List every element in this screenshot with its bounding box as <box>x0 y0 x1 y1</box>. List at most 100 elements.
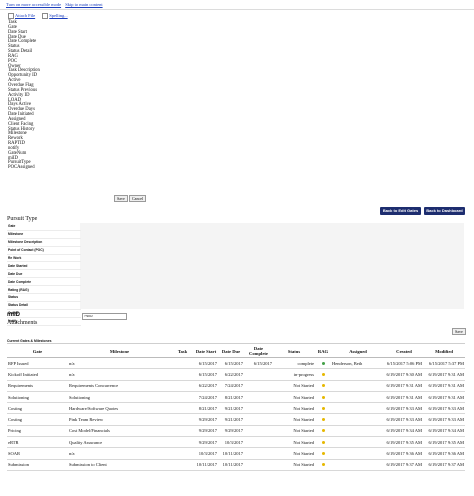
table-cell: Pricing <box>7 425 68 438</box>
table-row[interactable]: RFP Issued n/a 6/15/2017 6/15/2017 6/15/2017… <box>7 357 465 370</box>
table-cell: Kickoff Initiated <box>7 368 68 381</box>
table-cell <box>244 391 273 404</box>
table-row[interactable]: Costing Hardware/Software Quotes 8/21/2017… <box>7 402 465 415</box>
table-cell: SOAR <box>7 447 68 460</box>
table-cell: RFP Issued <box>7 357 68 370</box>
form-field-row: Gate <box>7 223 81 231</box>
attach-file-link[interactable]: Attach File <box>15 13 35 18</box>
form-input-area[interactable] <box>80 223 464 309</box>
rag-status-dot <box>321 429 325 433</box>
table-cell: 9/29/2017 <box>194 436 218 449</box>
table-cell: 10/3/2017 <box>194 447 218 460</box>
column-header[interactable]: Modified <box>423 345 465 358</box>
table-cell <box>171 357 194 370</box>
table-row[interactable]: Submission Submission to Client 10/11/2017… <box>7 459 465 471</box>
table-cell: 6/19/2017 9:35 AM <box>423 436 465 449</box>
table-row[interactable]: Kickoff Initiated n/a 6/15/2017 6/22/2017 in… <box>7 368 465 381</box>
column-header[interactable]: Assigned <box>331 345 385 358</box>
rag-status-dot <box>321 384 325 388</box>
column-header[interactable]: Task <box>171 345 194 358</box>
table-cell <box>331 425 385 438</box>
field-list-item: POCAssigned <box>8 165 35 171</box>
table-cell: 6/19/2017 9:33 AM <box>423 413 465 426</box>
column-header[interactable]: Date Complete <box>244 345 273 358</box>
table-cell <box>244 459 273 471</box>
table-cell <box>331 391 385 404</box>
table-cell: 10/11/2017 <box>218 459 244 471</box>
table-row[interactable]: eRTR Quality Assurance 9/29/2017 10/3/2017 N… <box>7 436 465 449</box>
table-row[interactable]: SOAR n/a 10/3/2017 10/11/2017 Not Started 6/1… <box>7 447 465 460</box>
skip-to-content-link[interactable]: Skip to main content <box>65 2 102 7</box>
cancel-button[interactable]: Cancel <box>129 195 147 202</box>
save-button-2[interactable]: Save <box>452 328 466 335</box>
form-field-label: Status Detail <box>7 301 81 310</box>
column-header[interactable]: Status <box>273 345 315 358</box>
table-cell: 6/19/2017 9:31 AM <box>423 368 465 381</box>
table-row[interactable]: Solutioning Solutioning 7/24/2017 8/21/2017… <box>7 391 465 404</box>
table-cell: 7/24/2017 <box>194 391 218 404</box>
table-cell: 10/3/2017 <box>218 436 244 449</box>
back-to-edit-gates-button[interactable]: Back to Edit Gates <box>380 207 421 215</box>
table-cell: Not Started <box>273 425 315 438</box>
table-cell: n/a <box>68 357 171 370</box>
form-actions: Attach File Spelling... <box>8 13 74 19</box>
table-cell: 6/19/2017 9:31 AM <box>385 380 423 392</box>
miid-label: miID <box>7 312 21 318</box>
table-cell: Requirements Concurrence <box>68 380 171 392</box>
column-header[interactable]: Gate <box>7 345 68 358</box>
table-cell: Not Started <box>273 391 315 404</box>
form-field-label: Re Work <box>7 254 81 263</box>
save-button[interactable]: Save <box>114 195 128 202</box>
table-cell <box>171 425 194 438</box>
column-header[interactable]: Created <box>385 345 423 358</box>
table-row[interactable]: Requirements Requirements Concurrence 6/22… <box>7 380 465 392</box>
table-cell <box>244 436 273 449</box>
rag-status-dot <box>321 406 325 410</box>
table-cell <box>171 380 194 392</box>
form-field-row: Date Complete <box>7 277 81 287</box>
form-field-label: Point of Contact (POC) <box>7 246 81 255</box>
table-cell: 6/19/2017 9:33 AM <box>385 402 423 415</box>
table-row[interactable]: Pricing Cost Model/Financials 9/29/2017 9/2… <box>7 425 465 438</box>
table-cell: 6/19/2017 9:37 AM <box>385 459 423 471</box>
table-cell: n/a <box>68 368 171 381</box>
table-cell: 6/19/2017 9:31 AM <box>423 391 465 404</box>
column-header[interactable]: Date Due <box>218 345 244 358</box>
rag-cell <box>315 459 331 471</box>
column-header[interactable]: RAG <box>315 345 331 358</box>
rag-status-dot <box>321 372 325 376</box>
table-cell: 6/19/2017 9:35 AM <box>385 436 423 449</box>
rag-status-dot <box>321 395 325 399</box>
table-cell: 9/21/2017 <box>218 413 244 426</box>
accessible-mode-link[interactable]: Turn on more accessible mode <box>6 2 61 7</box>
table-row[interactable]: Costing Pink Team Review 9/29/2017 9/21/201… <box>7 413 465 426</box>
form-field-row: Point of Contact (POC) <box>7 246 81 255</box>
form-field-row: Re Work <box>7 254 81 263</box>
column-header[interactable]: Date Start <box>194 345 218 358</box>
table-cell: 6/15/2017 <box>218 357 244 370</box>
spelling-link[interactable]: Spelling... <box>49 13 67 18</box>
table-cell: 6/15/2017 5:37 PM <box>423 357 465 370</box>
paperclip-icon <box>8 13 14 19</box>
table-cell <box>331 368 385 381</box>
table-cell <box>244 368 273 381</box>
table-cell: Costing <box>7 402 68 415</box>
column-header[interactable]: Milestone <box>68 345 171 358</box>
table-cell: Not Started <box>273 459 315 471</box>
table-cell <box>331 402 385 415</box>
form-field-row: Date Started <box>7 261 81 271</box>
table-cell: 6/19/2017 9:33 AM <box>423 402 465 415</box>
rag-status-dot <box>321 361 325 365</box>
table-cell: 6/19/2017 9:36 AM <box>423 447 465 460</box>
table-cell: Not Started <box>273 380 315 392</box>
table-cell: Not Started <box>273 436 315 449</box>
table-cell: Solutioning <box>7 391 68 404</box>
edit-form: Pursuit Type Gate Milestone Milestone Desc… <box>7 216 465 326</box>
form-field-label: Rating (RAG) <box>7 285 81 295</box>
form-field-row: Rating (RAG) <box>7 285 81 295</box>
back-to-dashboard-button[interactable]: Back to Dashboard <box>424 207 465 215</box>
miid-input[interactable]: 73062 <box>82 313 127 320</box>
table-cell <box>244 380 273 392</box>
table-cell <box>244 425 273 438</box>
table-cell <box>171 436 194 449</box>
